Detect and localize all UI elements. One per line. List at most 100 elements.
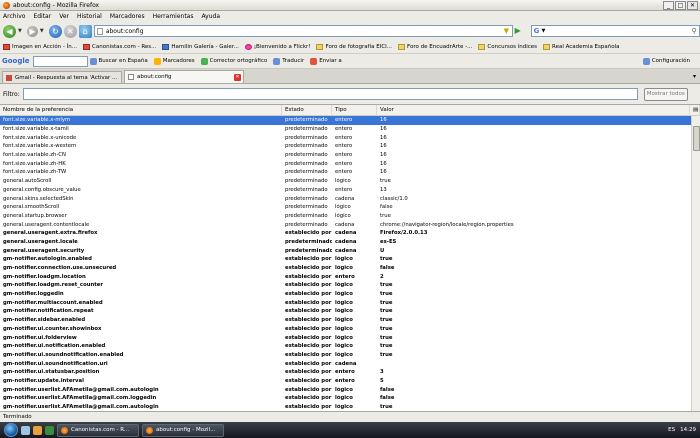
stop-button[interactable]: ✕ <box>63 24 77 38</box>
table-row[interactable]: gm-notifier.multiaccount.enabled establec… <box>0 298 700 307</box>
vertical-scrollbar[interactable] <box>691 116 700 411</box>
column-header-status[interactable]: Estado <box>282 105 332 116</box>
table-row[interactable]: general.skins.selectedSkin predeterminado… <box>0 194 700 203</box>
table-row[interactable]: gm-notifier.userlist.AFAmetlla@gmail.com… <box>0 394 700 403</box>
show-all-button[interactable]: Mostrar todos <box>643 87 688 101</box>
table-row[interactable]: gm-notifier.ui.counter.showinbox establec… <box>0 325 700 334</box>
table-row[interactable]: gm-notifier.notification.repeat estableci… <box>0 307 700 316</box>
pref-status-cell: predeterminado <box>285 195 328 202</box>
bookmark-folder-icon <box>316 43 324 50</box>
quicklaunch-app-icon[interactable] <box>45 425 54 435</box>
tab-about-config[interactable]: about:config ✕ <box>124 70 244 83</box>
menu-ver[interactable]: Ver <box>59 13 69 20</box>
table-row[interactable]: gm-notifier.ui.folderview establecido por… <box>0 333 700 342</box>
home-button[interactable]: ⌂ <box>78 24 92 38</box>
url-dropdown-icon[interactable]: ▼ <box>504 27 512 35</box>
table-row[interactable]: font.size.variable.x-tamil predeterminado… <box>0 125 700 134</box>
language-indicator[interactable]: ES <box>668 427 675 433</box>
table-row[interactable]: gm-notifier.userlist.AFAmetlla@gmail.com… <box>0 403 700 411</box>
tab-gmail[interactable]: Gmail - Respuesta al tema 'Activar ... <box>2 71 122 83</box>
table-row[interactable]: gm-notifier.ui.statusbar.position estable… <box>0 368 700 377</box>
menu-marcadores[interactable]: Marcadores <box>110 13 145 20</box>
google-search-button[interactable]: Buscar en España <box>89 57 148 65</box>
taskbar-item[interactable]: about:config - Mozil... <box>142 423 224 437</box>
minimize-button[interactable]: _ <box>663 0 674 10</box>
table-row[interactable]: gm-notifier.loggedin establecido por ...l… <box>0 290 700 299</box>
back-button[interactable]: ◀ <box>3 24 16 38</box>
pref-value-cell: true <box>380 404 393 411</box>
reload-button[interactable]: ↻ <box>48 24 62 38</box>
bookmark-item[interactable]: Real Academia Española <box>543 43 620 50</box>
google-logo[interactable]: Google <box>2 57 30 65</box>
bookmark-item[interactable]: Foro de fotografía EICI... <box>316 43 392 50</box>
table-row[interactable]: font.size.variable.zh-TW predeterminado en… <box>0 168 700 177</box>
table-row[interactable]: general.useragent.security predeterminado… <box>0 246 700 255</box>
search-bar[interactable]: G ▼ ⚲ <box>530 25 700 37</box>
table-row[interactable]: gm-notifier.ui.soundnotification.uri esta… <box>0 359 700 368</box>
clock[interactable]: 14:29 <box>680 427 696 433</box>
search-engine-dropdown-icon[interactable]: ▼ <box>542 28 548 34</box>
column-header-value[interactable]: Valor <box>377 105 690 116</box>
column-header-name[interactable]: Nombre de la preferencia <box>0 105 282 116</box>
table-row[interactable]: general.smoothScroll predeterminado lógico… <box>0 203 700 212</box>
menu-editar[interactable]: Editar <box>33 13 51 20</box>
table-row[interactable]: general.useragent.extra.firefox estableci… <box>0 229 700 238</box>
url-bar[interactable]: about:config ▼ <box>93 25 513 37</box>
tab-close-icon[interactable]: ✕ <box>234 73 241 81</box>
menu-archivo[interactable]: Archivo <box>3 13 25 20</box>
table-row[interactable]: font.size.variable.x-unicode predetermina… <box>0 133 700 142</box>
close-button[interactable]: ✕ <box>687 0 698 10</box>
quicklaunch-firefox-icon[interactable] <box>33 425 42 435</box>
menu-ayuda[interactable]: Ayuda <box>201 13 220 20</box>
google-toolbar-search-input[interactable] <box>32 55 88 67</box>
bookmark-item[interactable]: Imagen en Acción - Ín... <box>3 43 77 50</box>
bookmark-item[interactable]: ¡Bienvenido a Flickr! <box>244 43 310 50</box>
spellcheck-button[interactable]: Corrector ortográfico <box>200 57 267 65</box>
table-header: Nombre de la preferencia Estado Tipo Val… <box>0 105 700 116</box>
google-bookmarks-button[interactable]: Marcadores <box>153 57 195 65</box>
filter-input[interactable] <box>22 88 638 100</box>
table-row[interactable]: gm-notifier.ui.soundnotification.enabled… <box>0 351 700 360</box>
google-settings-button[interactable]: Configuración <box>642 57 690 65</box>
search-magnifier-icon[interactable]: ⚲ <box>689 27 699 35</box>
table-row[interactable]: gm-notifier.loadgm.reset_counter establec… <box>0 281 700 290</box>
table-row[interactable]: gm-notifier.loadgm.location establecido p… <box>0 272 700 281</box>
bookmark-item[interactable]: Hamilin Galería - Galer... <box>162 43 239 50</box>
forward-history-dropdown[interactable]: ▼ <box>40 28 46 34</box>
send-to-button[interactable]: Enviar a <box>310 57 342 65</box>
url-text[interactable]: about:config <box>106 28 504 35</box>
table-row[interactable]: gm-notifier.ui.notification.enabled estab… <box>0 342 700 351</box>
tab-list-icon[interactable]: ▾ <box>693 73 696 80</box>
table-row[interactable]: gm-notifier.update.interval establecido p… <box>0 377 700 386</box>
back-history-dropdown[interactable]: ▼ <box>18 28 24 34</box>
table-row[interactable]: font.size.variable.zh-CN predeterminado en… <box>0 151 700 160</box>
table-row[interactable]: general.config.obscure_value predetermina… <box>0 186 700 195</box>
bookmark-item[interactable]: Foro de EncuadrArte -... <box>398 43 472 50</box>
forward-button[interactable]: ▶ <box>26 25 38 37</box>
table-row[interactable]: gm-notifier.connection.use.unsecured esta… <box>0 264 700 273</box>
table-row[interactable]: general.startup.browser predeterminado lóg… <box>0 212 700 221</box>
scrollbar-thumb[interactable] <box>693 126 700 151</box>
table-row[interactable]: general.autoScroll predeterminado lógico tr… <box>0 177 700 186</box>
google-search-icon[interactable]: G <box>532 26 542 36</box>
table-row[interactable]: general.useragent.locale predeterminado ca… <box>0 238 700 247</box>
column-picker-icon[interactable]: ▤ <box>690 105 700 116</box>
table-row[interactable]: general.useragent.contentlocale predeterm… <box>0 220 700 229</box>
taskbar-item[interactable]: Canonistas.com - R... <box>57 423 139 437</box>
table-row[interactable]: gm-notifier.userlist.AFAmetlla@gmail.com… <box>0 385 700 394</box>
maximize-button[interactable]: □ <box>675 0 686 10</box>
bookmark-item[interactable]: Concursos índices <box>478 43 537 50</box>
table-row[interactable]: font.size.variable.zh-HK predeterminado en… <box>0 159 700 168</box>
start-button[interactable] <box>4 423 18 437</box>
column-header-type[interactable]: Tipo <box>332 105 377 116</box>
table-row[interactable]: gm-notifier.sidebar.enabled establecido p… <box>0 316 700 325</box>
table-row[interactable]: gm-notifier.autologin.enabled establecido… <box>0 255 700 264</box>
table-row[interactable]: font.size.variable.x-western predetermina… <box>0 142 700 151</box>
translate-button[interactable]: Traducir <box>273 57 304 65</box>
menu-herramientas[interactable]: Herramientas <box>153 13 194 20</box>
bookmark-item[interactable]: Canonistas.com - Res... <box>83 43 156 50</box>
menu-historial[interactable]: Historial <box>77 13 102 20</box>
go-button[interactable]: ▶ <box>515 25 525 37</box>
table-row[interactable]: font.size.variable.x-mlym predeterminado e… <box>0 116 700 125</box>
show-desktop-icon[interactable] <box>21 425 30 435</box>
